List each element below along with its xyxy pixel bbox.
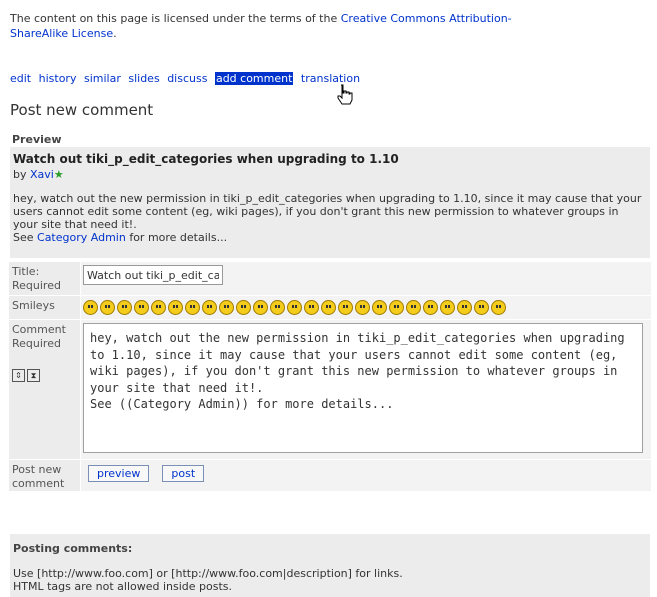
smiley-icon[interactable] bbox=[270, 300, 285, 315]
menu-discuss[interactable]: discuss bbox=[167, 72, 207, 85]
comment-label-cell: Comment Required ⇕ ⧗ bbox=[8, 319, 81, 460]
smiley-icon[interactable] bbox=[253, 300, 268, 315]
title-input[interactable] bbox=[83, 265, 223, 285]
smiley-icon[interactable] bbox=[185, 300, 200, 315]
posting-title: Posting comments: bbox=[13, 542, 133, 555]
smiley-icon[interactable] bbox=[117, 300, 132, 315]
buttons-cell: preview post bbox=[80, 459, 652, 492]
see-suffix: for more details... bbox=[125, 231, 228, 244]
smiley-icon[interactable] bbox=[83, 300, 98, 315]
star-icon: ★ bbox=[53, 168, 64, 181]
smiley-icon[interactable] bbox=[474, 300, 489, 315]
see-prefix: See bbox=[13, 231, 38, 244]
smiley-icon[interactable] bbox=[457, 300, 472, 315]
posting-line-links: Use [http://www.foo.com] or [http://www.… bbox=[13, 567, 403, 580]
license-notice: The content on this page is licensed und… bbox=[10, 11, 550, 41]
smiley-icon[interactable] bbox=[491, 300, 506, 315]
smiley-icon[interactable] bbox=[287, 300, 302, 315]
comment-label: Comment Required bbox=[12, 323, 66, 350]
category-admin-link[interactable]: Category Admin bbox=[37, 231, 126, 244]
smiley-icon[interactable] bbox=[355, 300, 370, 315]
title-cell bbox=[80, 261, 652, 296]
smiley-bar bbox=[83, 299, 649, 315]
smiley-icon[interactable] bbox=[202, 300, 217, 315]
smiley-icon[interactable] bbox=[338, 300, 353, 315]
shrink-icon[interactable]: ⧗ bbox=[27, 369, 40, 382]
preview-label: Preview bbox=[12, 133, 62, 146]
posting-line-html: HTML tags are not allowed inside posts. bbox=[13, 580, 233, 593]
preview-title: Watch out tiki_p_edit_categories when up… bbox=[13, 152, 399, 166]
title-label: Title: Required bbox=[8, 261, 81, 296]
comment-textarea[interactable]: hey, watch out the new permission in tik… bbox=[83, 323, 643, 453]
preview-see: See Category Admin for more details... bbox=[13, 231, 643, 244]
license-end: . bbox=[113, 27, 117, 40]
comment-preview: Watch out tiki_p_edit_categories when up… bbox=[10, 147, 650, 258]
smiley-icon[interactable] bbox=[304, 300, 319, 315]
menu-add-comment[interactable]: add comment bbox=[214, 72, 294, 85]
comment-cell: hey, watch out the new permission in tik… bbox=[80, 319, 652, 460]
resize-tools: ⇕ ⧗ bbox=[12, 369, 78, 382]
preview-text: hey, watch out the new permission in tik… bbox=[13, 192, 642, 231]
smiley-icon[interactable] bbox=[321, 300, 336, 315]
smiley-icon[interactable] bbox=[151, 300, 166, 315]
smiley-icon[interactable] bbox=[440, 300, 455, 315]
expand-icon[interactable]: ⇕ bbox=[12, 369, 25, 382]
smiley-icon[interactable] bbox=[168, 300, 183, 315]
posting-text: Use [http://www.foo.com] or [http://www.… bbox=[13, 567, 403, 593]
smiley-icon[interactable] bbox=[219, 300, 234, 315]
menu-history[interactable]: history bbox=[39, 72, 77, 85]
post-button[interactable]: post bbox=[162, 465, 205, 482]
menu-slides[interactable]: slides bbox=[128, 72, 159, 85]
smileys-cell bbox=[80, 295, 652, 320]
hand-cursor-icon bbox=[337, 84, 353, 105]
smiley-icon[interactable] bbox=[134, 300, 149, 315]
smiley-icon[interactable] bbox=[236, 300, 251, 315]
comment-form: Title: Required Smileys Comment Required… bbox=[8, 261, 652, 492]
smileys-label: Smileys bbox=[8, 295, 81, 320]
page-action-menu: edit history similar slides discuss add … bbox=[10, 71, 364, 87]
preview-byline: by Xavi★ bbox=[13, 168, 64, 181]
post-label: Post new comment bbox=[8, 459, 81, 492]
smiley-icon[interactable] bbox=[423, 300, 438, 315]
smiley-icon[interactable] bbox=[389, 300, 404, 315]
preview-button[interactable]: preview bbox=[88, 465, 150, 482]
page-title: Post new comment bbox=[10, 101, 154, 119]
smiley-icon[interactable] bbox=[372, 300, 387, 315]
byline-prefix: by bbox=[13, 168, 30, 181]
posting-help: Posting comments: Use [http://www.foo.co… bbox=[10, 534, 650, 597]
smiley-icon[interactable] bbox=[100, 300, 115, 315]
license-text: The content on this page is licensed und… bbox=[10, 12, 341, 25]
author-link[interactable]: Xavi bbox=[30, 168, 54, 181]
smiley-icon[interactable] bbox=[406, 300, 421, 315]
menu-edit[interactable]: edit bbox=[10, 72, 31, 85]
preview-body: hey, watch out the new permission in tik… bbox=[13, 192, 643, 244]
menu-similar[interactable]: similar bbox=[84, 72, 121, 85]
